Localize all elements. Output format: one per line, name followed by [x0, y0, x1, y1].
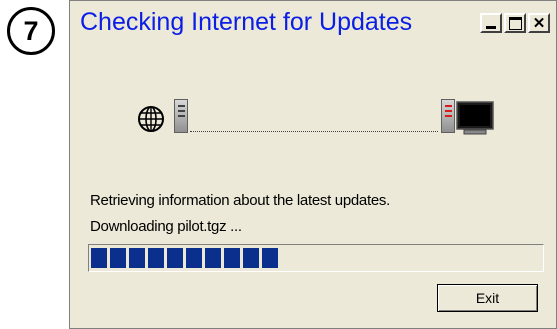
- maximize-icon: [508, 16, 522, 30]
- server-slot: [445, 110, 452, 112]
- update-dialog: Checking Internet for Updates ✕ Retrievi…: [69, 0, 557, 329]
- transfer-dotted-line: [190, 131, 438, 132]
- maximize-button[interactable]: [504, 13, 526, 33]
- close-button[interactable]: ✕: [528, 13, 550, 33]
- server-slot: [178, 110, 185, 112]
- server-slot: [178, 115, 185, 117]
- target-server-icon: [441, 99, 455, 133]
- globe-icon: [138, 106, 164, 132]
- minimize-button[interactable]: [480, 13, 502, 33]
- window-title: Checking Internet for Updates: [80, 8, 413, 36]
- status-message: Retrieving information about the latest …: [90, 192, 390, 209]
- title-bar[interactable]: Checking Internet for Updates ✕: [70, 1, 556, 46]
- close-icon: ✕: [532, 14, 546, 32]
- source-server-icon: [174, 99, 188, 133]
- server-slot: [178, 105, 185, 107]
- download-status: Downloading pilot.tgz ...: [90, 218, 242, 235]
- exit-button[interactable]: Exit: [437, 284, 538, 312]
- server-slot: [445, 115, 452, 117]
- server-slot: [445, 105, 452, 107]
- computer-icon: [456, 101, 494, 135]
- download-progress-bar: [88, 244, 544, 272]
- window-controls: ✕: [480, 13, 550, 33]
- progress-fill: [91, 248, 280, 268]
- minimize-icon: [486, 25, 496, 29]
- step-number-badge: 7: [7, 7, 55, 55]
- transfer-animation: [70, 96, 556, 146]
